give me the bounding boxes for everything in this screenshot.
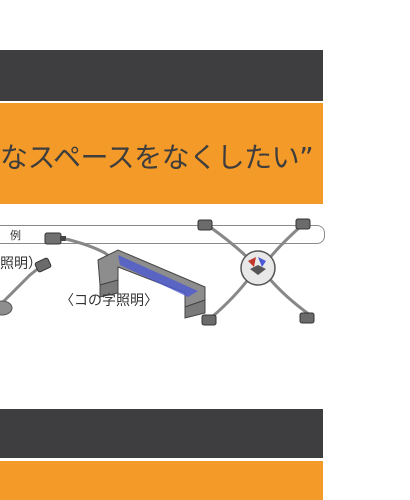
bottom-orange-band — [0, 461, 323, 500]
headline-text: なスペースをなくしたい” — [0, 141, 314, 174]
caption-u-shape-light: 〈コの字照明〉 — [60, 293, 158, 309]
lighting-illustration — [0, 218, 315, 326]
top-dark-band — [0, 50, 323, 101]
bottom-dark-band — [0, 409, 323, 458]
caption-side-light: 照明） — [0, 256, 42, 272]
star-connector — [197, 218, 315, 326]
